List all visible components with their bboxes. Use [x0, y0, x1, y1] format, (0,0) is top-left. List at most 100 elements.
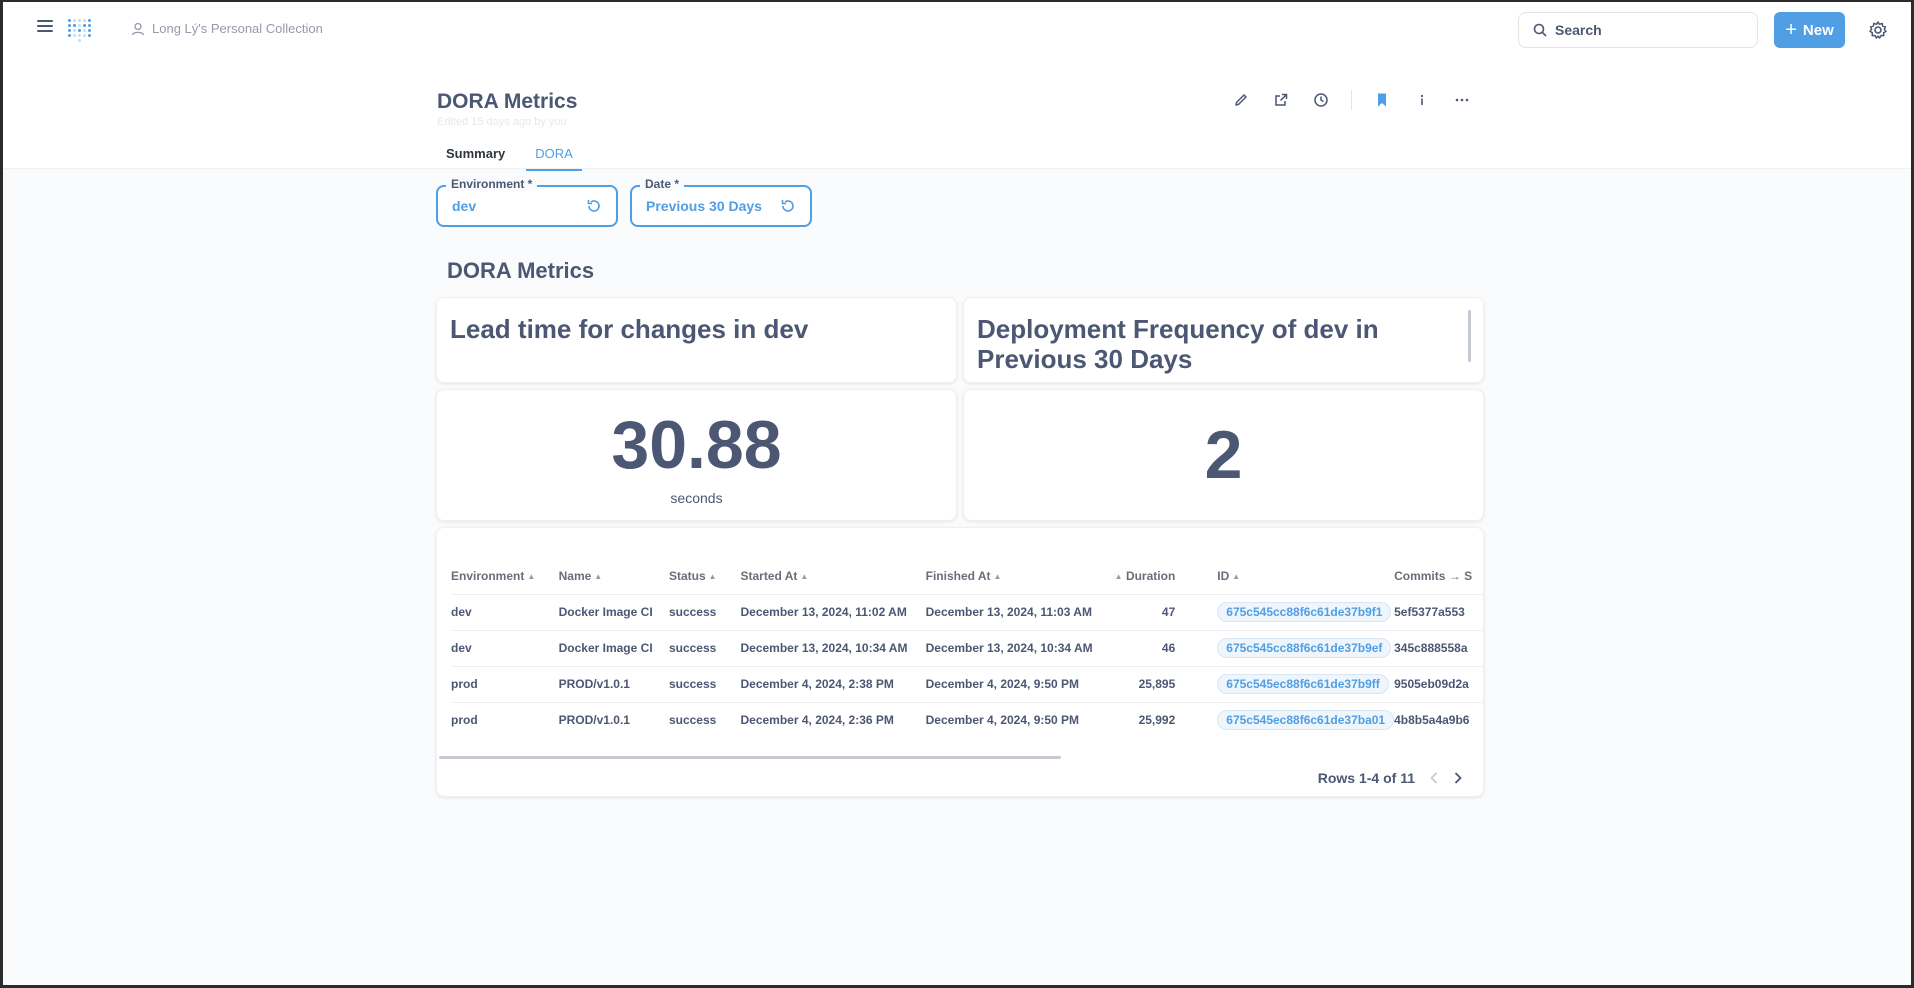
dashboard-actions: [1227, 86, 1488, 114]
last-edited-info: Edited 15 days ago by you: [437, 116, 567, 128]
tab-dora[interactable]: DORA: [526, 144, 582, 171]
cell-finished-at: December 4, 2024, 9:50 PM: [925, 665, 1112, 702]
cell-status: success: [668, 665, 741, 702]
lead-time-value: 30.88: [611, 407, 782, 483]
search-input[interactable]: Search: [1518, 12, 1758, 48]
cell-commits: 5ef5377a553: [1394, 593, 1483, 630]
column-header[interactable]: Status ▲: [669, 558, 741, 594]
cell-started-at: December 4, 2024, 2:36 PM: [740, 701, 926, 738]
cell-started-at: December 4, 2024, 2:38 PM: [740, 665, 926, 702]
toolbar-divider: [1351, 90, 1352, 110]
cell-status: success: [668, 629, 741, 666]
dashboard-title[interactable]: DORA Metrics: [437, 90, 577, 114]
pagination: Rows 1-4 of 11: [1318, 770, 1463, 786]
new-button-label: New: [1802, 21, 1834, 39]
column-header[interactable]: Finished At ▲: [926, 558, 1112, 594]
cell-environment: prod: [451, 701, 559, 738]
table-row[interactable]: prod PROD/v1.0.1 success December 4, 202…: [451, 701, 1483, 738]
column-header[interactable]: Started At ▲: [740, 558, 925, 594]
cell-status: success: [668, 701, 741, 738]
column-header[interactable]: ID ▲: [1193, 558, 1394, 594]
collection-name: Long Lý's Personal Collection: [152, 21, 323, 36]
edit-button[interactable]: [1227, 86, 1255, 114]
auto-refresh-button[interactable]: [1307, 86, 1335, 114]
environment-filter-label: Environment *: [446, 177, 538, 191]
cell-environment: dev: [451, 629, 559, 666]
id-link[interactable]: 675c545ec88f6c61de37ba01: [1217, 710, 1395, 731]
search-icon: [1533, 23, 1547, 37]
plus-icon: +: [1785, 19, 1797, 41]
cell-started-at: December 13, 2024, 11:02 AM: [740, 593, 926, 630]
chevron-up-icon: ▲: [1232, 572, 1241, 582]
collection-breadcrumb[interactable]: Long Lý's Personal Collection: [131, 21, 323, 36]
lead-time-scalar-card[interactable]: 30.88 seconds: [436, 389, 957, 521]
column-header[interactable]: Name ▲: [559, 558, 669, 594]
cell-finished-at: December 13, 2024, 10:34 AM: [925, 629, 1112, 666]
gear-icon[interactable]: [1868, 20, 1888, 40]
reset-icon[interactable]: [586, 198, 602, 214]
share-icon: [1275, 93, 1288, 106]
dashboard-tabs: Summary DORA: [437, 144, 582, 171]
column-header[interactable]: Environment ▲: [451, 558, 559, 594]
lead-time-heading-card: Lead time for changes in dev: [436, 297, 957, 383]
bookmark-button[interactable]: [1368, 86, 1396, 114]
cell-commits: 9505eb09d2a: [1394, 665, 1483, 702]
info-button[interactable]: [1408, 86, 1436, 114]
more-options-button[interactable]: [1448, 86, 1476, 114]
cell-name: Docker Image CI: [558, 593, 669, 630]
environment-filter-value: dev: [452, 198, 477, 214]
chevron-left-icon[interactable]: [1429, 771, 1439, 785]
column-header[interactable]: ▲ Duration: [1112, 558, 1194, 594]
new-button[interactable]: + New: [1774, 12, 1845, 48]
table-row[interactable]: prod PROD/v1.0.1 success December 4, 202…: [451, 665, 1483, 702]
column-header[interactable]: Commits → S: [1394, 558, 1483, 594]
deployments-table: Environment ▲ Name ▲ Status ▲ Started At ▲ F…: [451, 558, 1483, 738]
cell-commits: 4b8b5a4a9b6: [1394, 701, 1483, 738]
chevron-right-icon[interactable]: [1453, 771, 1463, 785]
horizontal-scrollbar[interactable]: [439, 756, 1061, 759]
id-link[interactable]: 675c545cc88f6c61de37b9f1: [1217, 602, 1392, 622]
cell-commits: 345c888558a: [1394, 629, 1483, 666]
id-link[interactable]: 675c545ec88f6c61de37b9ff: [1217, 674, 1389, 694]
pencil-icon: [1235, 94, 1247, 106]
cell-status: success: [668, 593, 741, 630]
metabase-logo[interactable]: [67, 16, 95, 44]
person-icon: [131, 22, 145, 35]
share-button[interactable]: [1267, 86, 1295, 114]
lead-time-unit: seconds: [670, 490, 723, 506]
cell-duration: 46: [1111, 629, 1194, 666]
chevron-up-icon: ▲: [708, 572, 717, 582]
cell-name: PROD/v1.0.1: [558, 701, 669, 738]
cell-name: Docker Image CI: [558, 629, 669, 666]
chevron-up-icon: ▲: [527, 572, 536, 582]
section-heading: DORA Metrics: [447, 258, 595, 283]
chevron-up-icon: ▲: [594, 572, 603, 582]
id-link[interactable]: 675c545cc88f6c61de37b9ef: [1217, 638, 1392, 658]
table-row[interactable]: dev Docker Image CI success December 13,…: [451, 593, 1483, 630]
deploy-frequency-heading-card: Deployment Frequency of dev in Previous …: [963, 297, 1484, 383]
cell-name: PROD/v1.0.1: [558, 665, 669, 702]
cell-environment: prod: [451, 665, 559, 702]
deployments-table-card: Environment ▲ Name ▲ Status ▲ Started At ▲ F…: [436, 527, 1484, 797]
reset-icon[interactable]: [780, 198, 796, 214]
environment-filter[interactable]: Environment * dev: [436, 177, 618, 227]
bookmark-icon: [1378, 93, 1386, 107]
tab-summary[interactable]: Summary: [437, 144, 514, 171]
cell-started-at: December 13, 2024, 10:34 AM: [740, 629, 926, 666]
menu-icon[interactable]: [37, 20, 53, 34]
dashboard-header: DORA Metrics Edited 15 days ago by you S…: [3, 58, 1911, 171]
info-icon: [1420, 94, 1424, 105]
cell-id: 675c545ec88f6c61de37ba01: [1193, 701, 1395, 738]
chevron-up-icon: ▲: [800, 572, 809, 582]
table-header-row: Environment ▲ Name ▲ Status ▲ Started At ▲ F…: [451, 558, 1483, 594]
top-navigation-bar: Long Lý's Personal Collection Search + N…: [3, 2, 1911, 58]
pagination-label: Rows 1-4 of 11: [1317, 770, 1415, 786]
cell-duration: 47: [1111, 593, 1194, 630]
deploy-frequency-scalar-card[interactable]: 2: [963, 389, 1484, 521]
table-row[interactable]: dev Docker Image CI success December 13,…: [451, 629, 1483, 666]
cell-id: 675c545ec88f6c61de37b9ff: [1193, 665, 1395, 702]
cell-id: 675c545cc88f6c61de37b9ef: [1193, 629, 1395, 666]
card-scrollbar[interactable]: [1468, 310, 1471, 362]
date-filter[interactable]: Date * Previous 30 Days: [630, 177, 812, 227]
clock-icon: [1314, 93, 1328, 107]
